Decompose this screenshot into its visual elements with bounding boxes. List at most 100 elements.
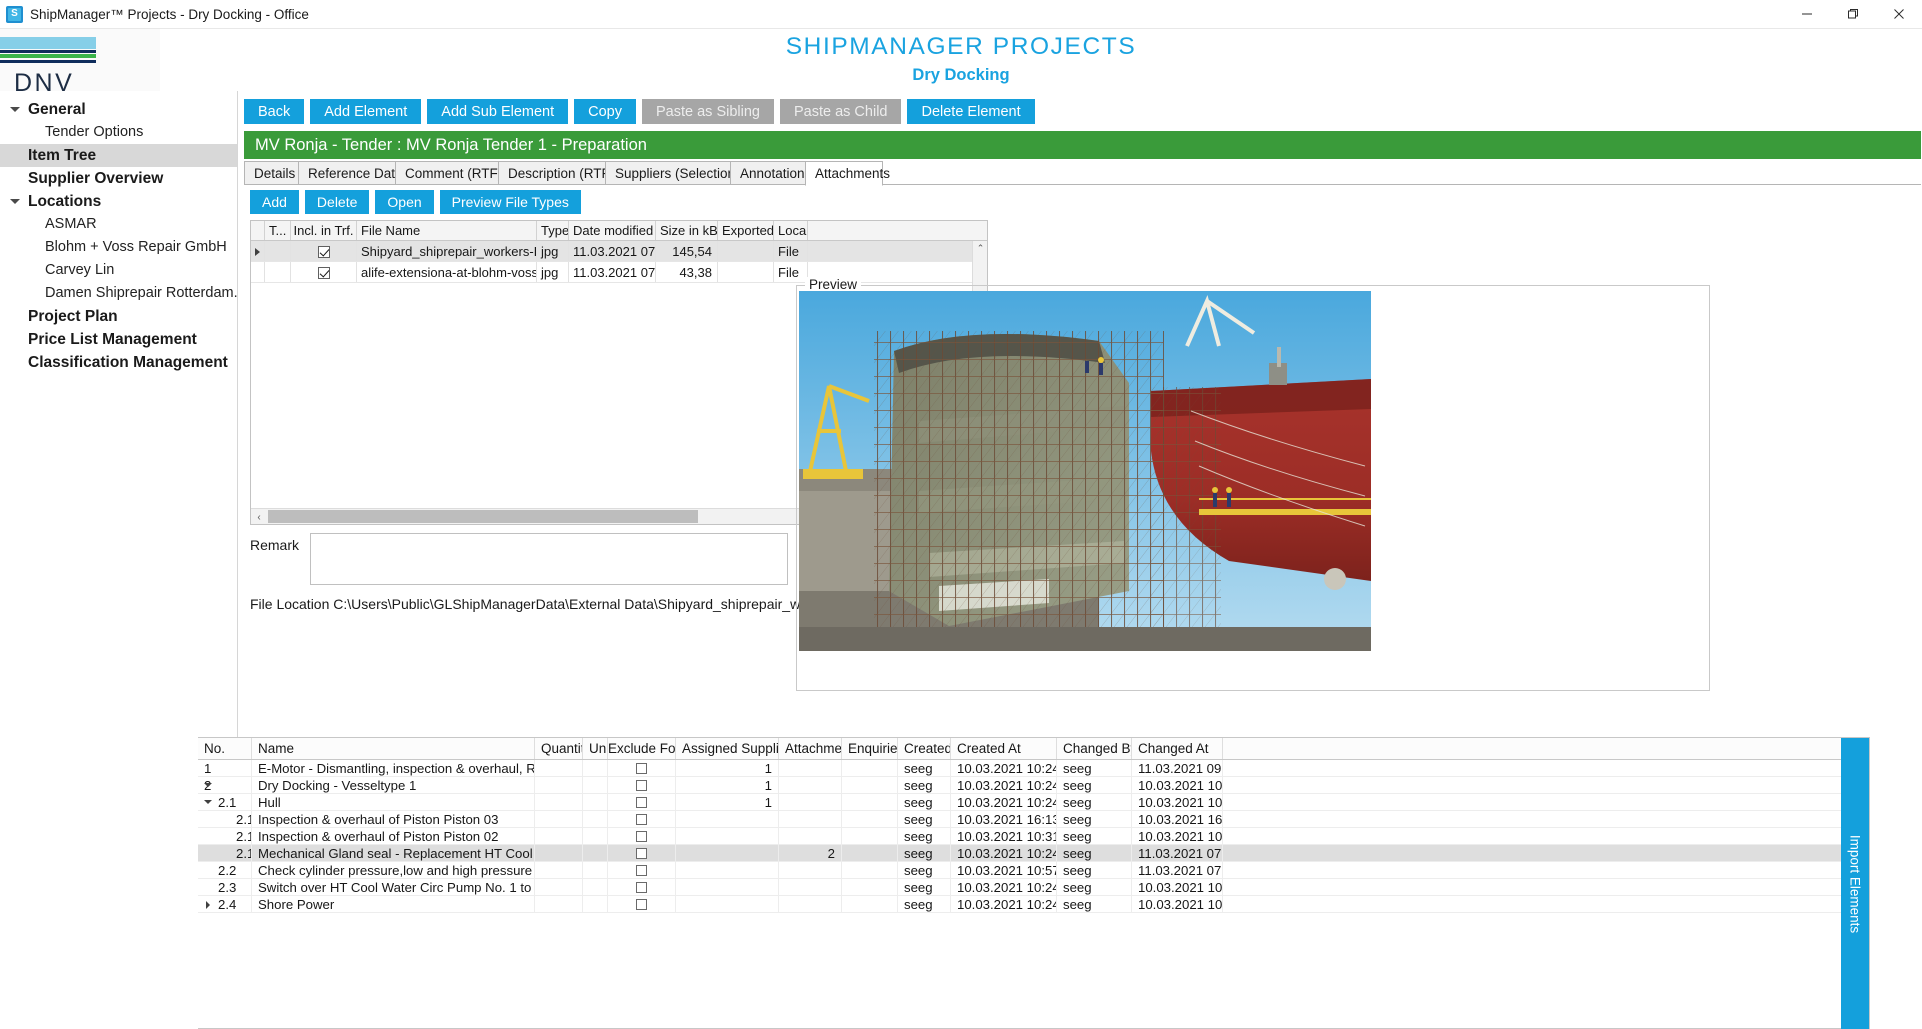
close-icon[interactable]: [1876, 0, 1922, 29]
sidebar-item-price-list-management[interactable]: Price List Management: [0, 328, 237, 351]
col-exported[interactable]: Exported: [718, 221, 774, 240]
col-location[interactable]: Loca: [774, 221, 808, 240]
delete-button[interactable]: Delete: [304, 190, 370, 214]
element-row[interactable]: 2 Dry Docking - Vesseltype 1 1 seeg 10.03.20…: [198, 777, 1869, 794]
element-row[interactable]: 1 E-Motor - Dismantling, inspection & ove…: [198, 760, 1869, 777]
element-row[interactable]: 2.2 Check cylinder pressure,low and high …: [198, 862, 1869, 879]
checkbox-icon[interactable]: [317, 266, 330, 279]
col-exclude-for-rfq[interactable]: Exclude For Rfq: [608, 738, 676, 759]
sidebar-item-locations[interactable]: Locations: [0, 190, 237, 213]
maximize-icon[interactable]: [1830, 0, 1876, 29]
add-button[interactable]: Add: [250, 190, 299, 214]
scroll-left-icon[interactable]: ‹: [251, 509, 267, 524]
col-no[interactable]: No.: [198, 738, 252, 759]
sidebar-item-damen-shiprepair-rotterdam[interactable]: Damen Shiprepair Rotterdam...: [0, 282, 237, 305]
checkbox-icon[interactable]: [636, 865, 647, 877]
element-row[interactable]: 2.1 Hull 1 seeg 10.03.2021 10:24 seeg 10.03.20…: [198, 794, 1869, 811]
sidebar-item-project-plan[interactable]: Project Plan: [0, 305, 237, 328]
sidebar-item-classification-management[interactable]: Classification Management: [0, 351, 237, 374]
checkbox-icon[interactable]: [317, 245, 330, 258]
cell-exclude-for-rfq[interactable]: [608, 828, 676, 844]
checkbox-icon[interactable]: [636, 797, 647, 809]
col-attachments[interactable]: Attachments: [779, 738, 842, 759]
checkbox-icon[interactable]: [636, 814, 647, 826]
cell-filler: [1223, 879, 1869, 895]
hscroll-thumb[interactable]: [268, 510, 698, 523]
tab-suppliers-selection[interactable]: Suppliers (Selection): [605, 161, 740, 185]
checkbox-icon[interactable]: [636, 780, 647, 792]
remark-input[interactable]: [310, 533, 788, 585]
col-quantity[interactable]: Quantity: [535, 738, 583, 759]
element-row[interactable]: 2.3 Switch over HT Cool Water Circ Pump N…: [198, 879, 1869, 896]
sidebar-item-carvey-lin[interactable]: Carvey Lin: [0, 259, 237, 282]
expander-collapse-icon[interactable]: [204, 800, 212, 804]
copy-button[interactable]: Copy: [574, 99, 636, 124]
window-controls: [1784, 0, 1922, 29]
cell-exclude-for-rfq[interactable]: [608, 811, 676, 827]
checkbox-icon[interactable]: [636, 763, 647, 775]
tab-attachments[interactable]: Attachments: [805, 161, 890, 186]
col-type-short[interactable]: T...: [265, 221, 291, 240]
col-date-modified[interactable]: Date modified: [569, 221, 656, 240]
col-indicator[interactable]: [251, 221, 265, 240]
col-changed-by[interactable]: Changed By: [1057, 738, 1132, 759]
element-row[interactable]: 2.1.1Inspection & overhaul of Piston Pis…: [198, 811, 1869, 828]
back-button[interactable]: Back: [244, 99, 305, 124]
open-button[interactable]: Open: [375, 190, 434, 214]
import-elements-tab[interactable]: Import Elements: [1841, 738, 1869, 1029]
sidebar-item-item-tree[interactable]: Item Tree: [0, 144, 237, 167]
sidebar-item-asmar[interactable]: ASMAR: [0, 213, 237, 236]
col-size-kb[interactable]: Size in kB: [656, 221, 718, 240]
cell-exclude-for-rfq[interactable]: [608, 896, 676, 912]
expander-expand-icon[interactable]: [206, 901, 210, 909]
scroll-up-icon[interactable]: ⌃: [973, 241, 987, 256]
cell-exclude-for-rfq[interactable]: [608, 862, 676, 878]
col-name[interactable]: Name: [252, 738, 535, 759]
col-type[interactable]: Type: [537, 221, 569, 240]
cell-attachments: 2: [779, 845, 842, 861]
add-sub-element-button[interactable]: Add Sub Element: [427, 99, 569, 124]
cell-created-by: seeg: [898, 777, 951, 793]
incl-in-trf-checkbox[interactable]: [291, 241, 357, 261]
col-created-at[interactable]: Created At: [951, 738, 1057, 759]
minimize-icon[interactable]: [1784, 0, 1830, 29]
tab-annotations[interactable]: Annotations: [730, 161, 811, 185]
sidebar-item-blohm-voss-repair-gmbh[interactable]: Blohm + Voss Repair GmbH: [0, 236, 237, 259]
cell-exclude-for-rfq[interactable]: [608, 760, 676, 776]
tab-description-rtf[interactable]: Description (RTF): [498, 161, 614, 185]
col-changed-at[interactable]: Changed At: [1132, 738, 1223, 759]
cell-exclude-for-rfq[interactable]: [608, 777, 676, 793]
cell-exclude-for-rfq[interactable]: [608, 845, 676, 861]
element-row[interactable]: 2.1.3Mechanical Gland seal - Replacement…: [198, 845, 1869, 862]
sidebar-item-tender-options[interactable]: Tender Options: [0, 121, 237, 144]
sidebar-item-general[interactable]: General: [0, 98, 237, 121]
tab-reference-data[interactable]: Reference Data: [298, 161, 403, 185]
col-assigned-suppliers[interactable]: Assigned Suppliers: [676, 738, 779, 759]
col-unit[interactable]: Unit: [583, 738, 608, 759]
sidebar-item-supplier-overview[interactable]: Supplier Overview: [0, 167, 237, 190]
attachment-row[interactable]: Shipyard_shiprepair_workers-HUGEjpg11.03…: [251, 241, 987, 262]
attachment-row[interactable]: alife-extensiona-at-blohm-voss-repairjpg…: [251, 262, 987, 283]
chevron-down-icon[interactable]: [10, 199, 20, 204]
checkbox-icon[interactable]: [636, 831, 647, 843]
element-row[interactable]: 2.4 Shore Power seeg 10.03.2021 10:24 seeg 10…: [198, 896, 1869, 913]
checkbox-icon[interactable]: [636, 899, 647, 911]
col-file-name[interactable]: File Name: [357, 221, 537, 240]
add-element-button[interactable]: Add Element: [310, 99, 422, 124]
tab-details[interactable]: Details: [244, 161, 299, 185]
delete-element-button[interactable]: Delete Element: [907, 99, 1035, 124]
checkbox-icon[interactable]: [636, 882, 647, 894]
preview-file-types-button[interactable]: Preview File Types: [439, 190, 581, 214]
col-filler[interactable]: [1223, 738, 1869, 759]
element-row[interactable]: 2.1.2Inspection & overhaul of Piston Pis…: [198, 828, 1869, 845]
expander-collapse-icon[interactable]: [204, 783, 212, 787]
incl-in-trf-checkbox[interactable]: [291, 262, 357, 282]
checkbox-icon[interactable]: [636, 848, 647, 860]
cell-exclude-for-rfq[interactable]: [608, 879, 676, 895]
col-created-by[interactable]: Created By: [898, 738, 951, 759]
tab-comment-rtf[interactable]: Comment (RTF): [395, 161, 502, 185]
chevron-down-icon[interactable]: [10, 107, 20, 112]
cell-exclude-for-rfq[interactable]: [608, 794, 676, 810]
col-incl-in-trf[interactable]: Incl. in Trf.: [291, 221, 357, 240]
col-enquiries[interactable]: Enquiries: [842, 738, 898, 759]
